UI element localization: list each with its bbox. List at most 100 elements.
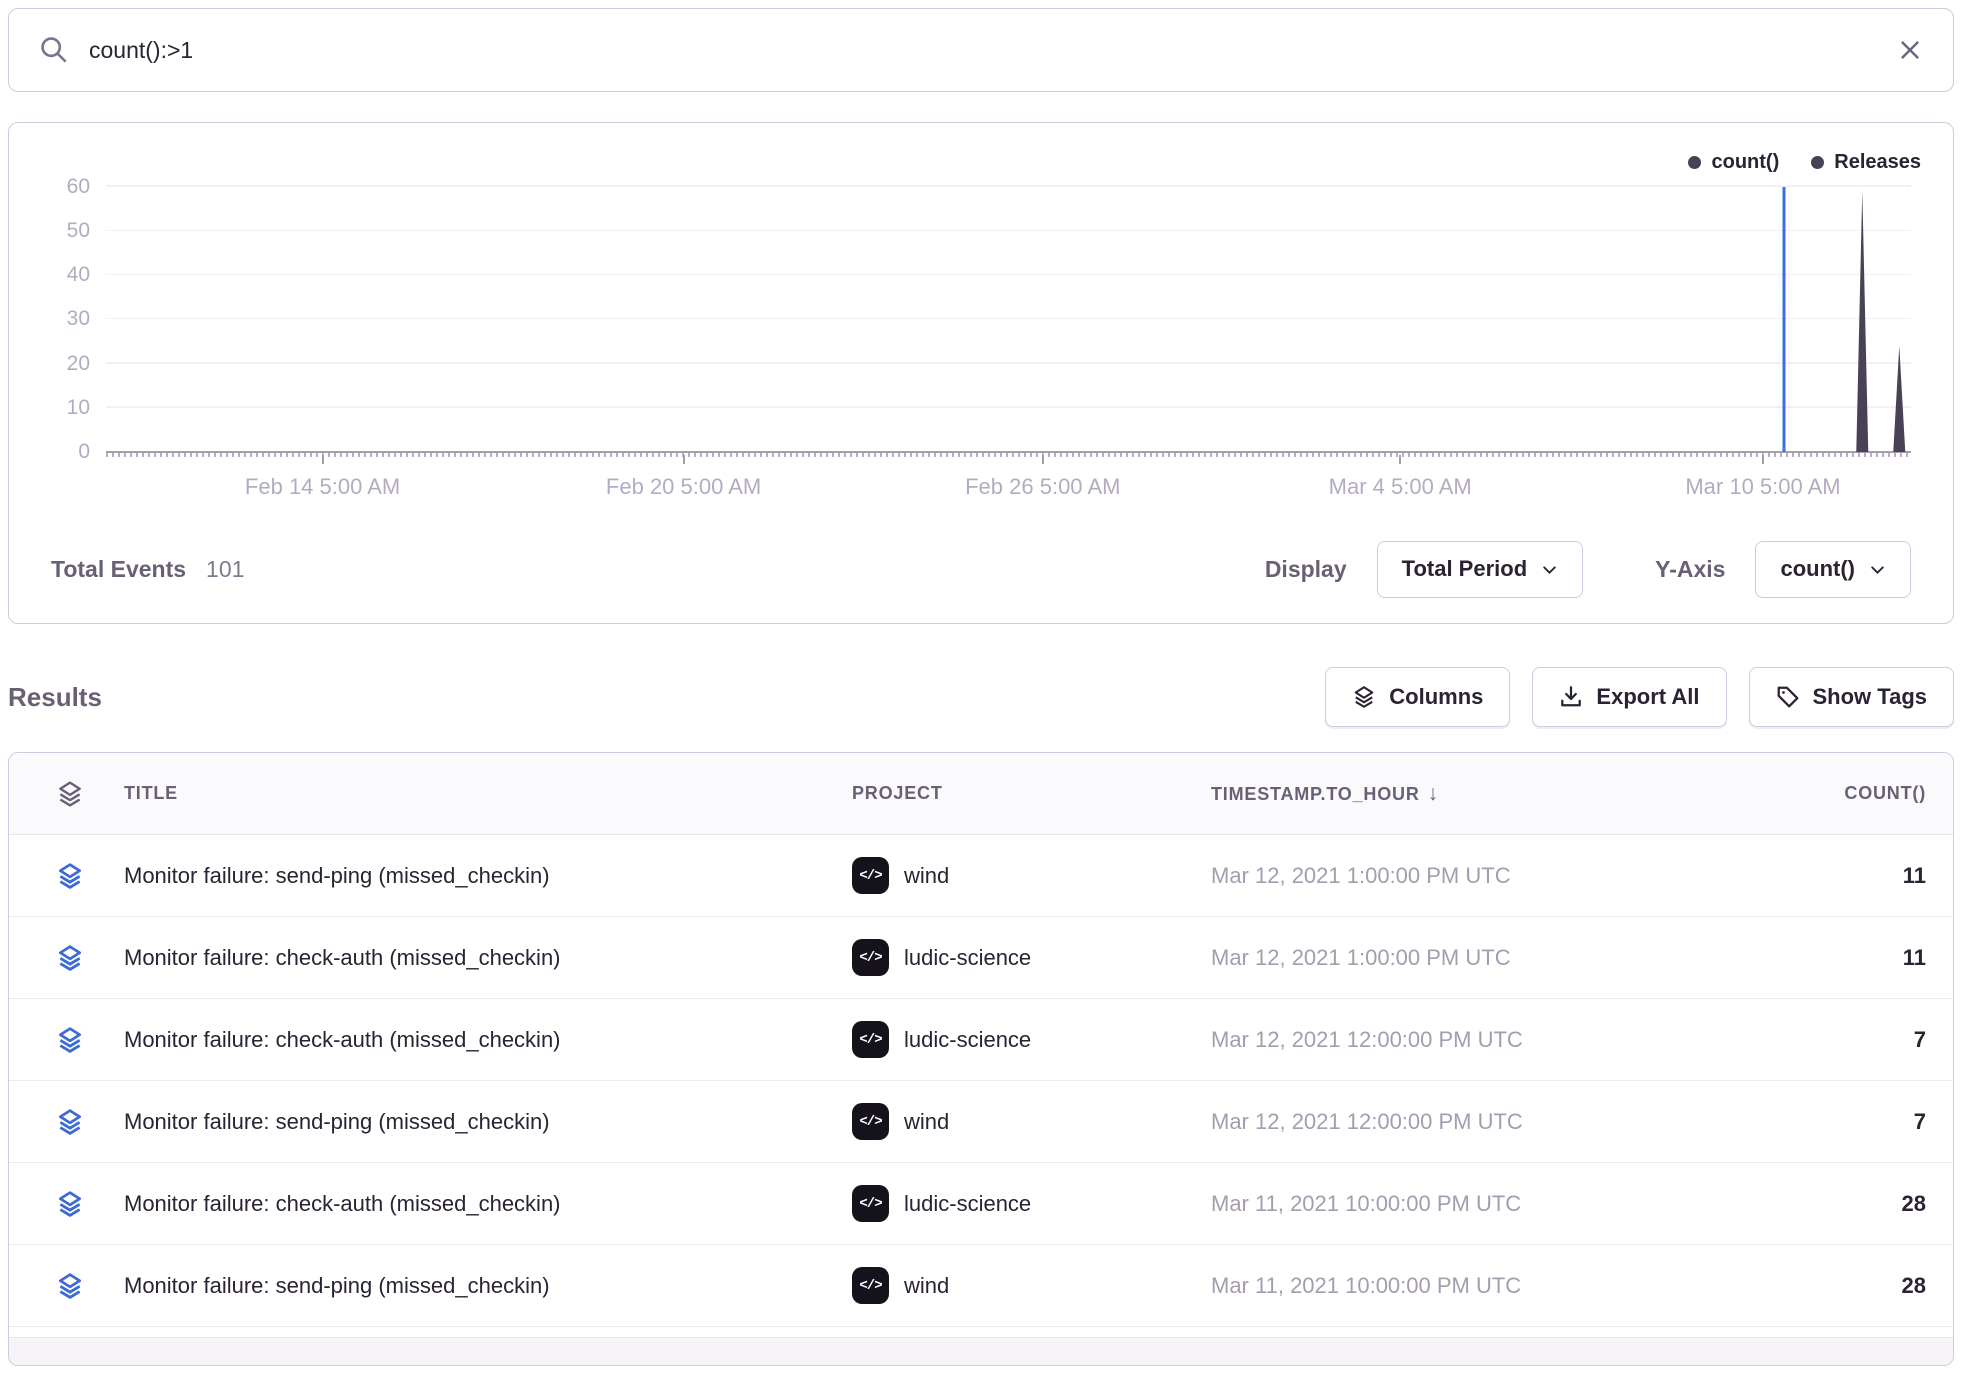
project-name: wind: [904, 1273, 949, 1299]
row-timestamp: Mar 12, 2021 12:00:00 PM UTC: [1211, 1027, 1671, 1053]
row-title[interactable]: Monitor failure: check-auth (missed_chec…: [124, 1027, 852, 1053]
count-series-spike: [1856, 191, 1868, 452]
row-title[interactable]: Monitor failure: send-ping (missed_check…: [124, 863, 852, 889]
table-header-row: TITLE PROJECT TIMESTAMP.TO_HOUR ↓ COUNT(): [9, 753, 1953, 835]
tag-icon: [1776, 685, 1800, 709]
table-row[interactable]: Monitor failure: send-ping (missed_check…: [9, 835, 1953, 917]
table-row[interactable]: Monitor failure: check-auth (missed_chec…: [9, 999, 1953, 1081]
download-icon: [1559, 685, 1583, 709]
header-title[interactable]: TITLE: [124, 783, 852, 804]
row-timestamp: Mar 12, 2021 1:00:00 PM UTC: [1211, 945, 1671, 971]
project-name: ludic-science: [904, 1027, 1031, 1053]
x-axis-tick: [322, 455, 324, 464]
header-stack-cell[interactable]: [9, 780, 124, 808]
total-events: Total Events 101: [51, 556, 244, 583]
results-table: TITLE PROJECT TIMESTAMP.TO_HOUR ↓ COUNT()…: [8, 752, 1954, 1366]
y-axis-tick-label: 40: [67, 263, 90, 287]
project-name: wind: [904, 1109, 949, 1135]
row-timestamp: Mar 11, 2021 10:00:00 PM UTC: [1211, 1273, 1671, 1299]
row-project[interactable]: </> wind: [852, 857, 1211, 894]
x-axis-tick-label: Feb 26 5:00 AM: [965, 474, 1120, 500]
row-project[interactable]: </> ludic-science: [852, 1185, 1211, 1222]
y-axis-tick-label: 20: [67, 352, 90, 376]
search-input[interactable]: [89, 37, 1877, 64]
row-count: 28: [1671, 1273, 1953, 1299]
layers-icon: [56, 1108, 84, 1136]
y-axis-tick-label: 30: [67, 307, 90, 331]
chart-footer: Total Events 101 Display Total Period Y-…: [9, 515, 1953, 623]
events-chart-panel: count() Releases 0102030405060Feb 14 5:0…: [8, 122, 1954, 624]
project-platform-icon: </>: [852, 857, 889, 894]
layers-icon: [56, 1190, 84, 1218]
yaxis-dropdown[interactable]: count(): [1755, 541, 1911, 598]
layers-icon: [56, 944, 84, 972]
yaxis-label: Y-Axis: [1655, 556, 1725, 583]
export-all-button[interactable]: Export All: [1532, 667, 1726, 727]
results-bar: Results Columns Export All Show Tags: [8, 664, 1954, 730]
search-bar: [8, 8, 1954, 92]
yaxis-dropdown-value: count(): [1780, 556, 1855, 582]
table-footer: [9, 1337, 1953, 1365]
row-project[interactable]: </> wind: [852, 1103, 1211, 1140]
count-series[interactable]: [106, 152, 1911, 452]
show-tags-button-label: Show Tags: [1813, 684, 1928, 710]
display-label: Display: [1265, 556, 1347, 583]
row-timestamp: Mar 12, 2021 1:00:00 PM UTC: [1211, 863, 1671, 889]
chevron-down-icon: [1541, 561, 1558, 578]
total-events-label: Total Events: [51, 556, 186, 583]
chevron-down-icon: [1869, 561, 1886, 578]
project-platform-icon: </>: [852, 1185, 889, 1222]
row-title[interactable]: Monitor failure: check-auth (missed_chec…: [124, 1191, 852, 1217]
project-name: ludic-science: [904, 1191, 1031, 1217]
row-project[interactable]: </> wind: [852, 1267, 1211, 1304]
project-name: ludic-science: [904, 945, 1031, 971]
layers-icon: [1352, 685, 1376, 709]
export-all-button-label: Export All: [1596, 684, 1699, 710]
x-axis-tick: [1399, 455, 1401, 464]
columns-button[interactable]: Columns: [1325, 667, 1510, 727]
layers-icon: [56, 862, 84, 890]
y-axis-tick-label: 10: [67, 396, 90, 420]
project-platform-icon: </>: [852, 1103, 889, 1140]
row-count: 28: [1671, 1191, 1953, 1217]
project-platform-icon: </>: [852, 1267, 889, 1304]
table-row[interactable]: Monitor failure: check-auth (missed_chec…: [9, 1163, 1953, 1245]
y-axis-tick-label: 0: [78, 440, 90, 464]
table-row[interactable]: Monitor failure: send-ping (missed_check…: [9, 1081, 1953, 1163]
project-platform-icon: </>: [852, 1021, 889, 1058]
show-tags-button[interactable]: Show Tags: [1749, 667, 1955, 727]
x-axis-tick-label: Feb 20 5:00 AM: [606, 474, 761, 500]
header-project[interactable]: PROJECT: [852, 783, 1211, 804]
row-project[interactable]: </> ludic-science: [852, 939, 1211, 976]
x-axis-tick: [683, 455, 685, 464]
layers-icon: [56, 1272, 84, 1300]
chart-plot[interactable]: 0102030405060Feb 14 5:00 AMFeb 20 5:00 A…: [106, 152, 1911, 452]
display-dropdown-value: Total Period: [1402, 556, 1528, 582]
x-axis-minor-ticks: [106, 453, 1911, 457]
row-title[interactable]: Monitor failure: send-ping (missed_check…: [124, 1109, 852, 1135]
row-title[interactable]: Monitor failure: send-ping (missed_check…: [124, 1273, 852, 1299]
search-icon: [39, 35, 69, 65]
sort-desc-icon: ↓: [1428, 782, 1439, 805]
header-timestamp-label: TIMESTAMP.TO_HOUR: [1211, 784, 1420, 804]
table-body: Monitor failure: send-ping (missed_check…: [9, 835, 1953, 1327]
x-axis-tick-label: Mar 4 5:00 AM: [1329, 474, 1472, 500]
display-dropdown[interactable]: Total Period: [1377, 541, 1584, 598]
row-title[interactable]: Monitor failure: check-auth (missed_chec…: [124, 945, 852, 971]
project-platform-icon: </>: [852, 939, 889, 976]
header-count[interactable]: COUNT(): [1671, 783, 1953, 804]
table-row[interactable]: Monitor failure: check-auth (missed_chec…: [9, 917, 1953, 999]
header-timestamp[interactable]: TIMESTAMP.TO_HOUR ↓: [1211, 782, 1671, 806]
table-row[interactable]: Monitor failure: send-ping (missed_check…: [9, 1245, 1953, 1327]
y-axis-tick-label: 50: [67, 219, 90, 243]
row-project[interactable]: </> ludic-science: [852, 1021, 1211, 1058]
clear-search-button[interactable]: [1897, 37, 1923, 63]
x-axis-tick: [1042, 455, 1044, 464]
row-count: 11: [1671, 945, 1953, 971]
x-axis-tick: [1762, 455, 1764, 464]
row-timestamp: Mar 12, 2021 12:00:00 PM UTC: [1211, 1109, 1671, 1135]
row-count: 7: [1671, 1109, 1953, 1135]
project-name: wind: [904, 863, 949, 889]
columns-button-label: Columns: [1389, 684, 1483, 710]
results-title: Results: [8, 682, 102, 713]
